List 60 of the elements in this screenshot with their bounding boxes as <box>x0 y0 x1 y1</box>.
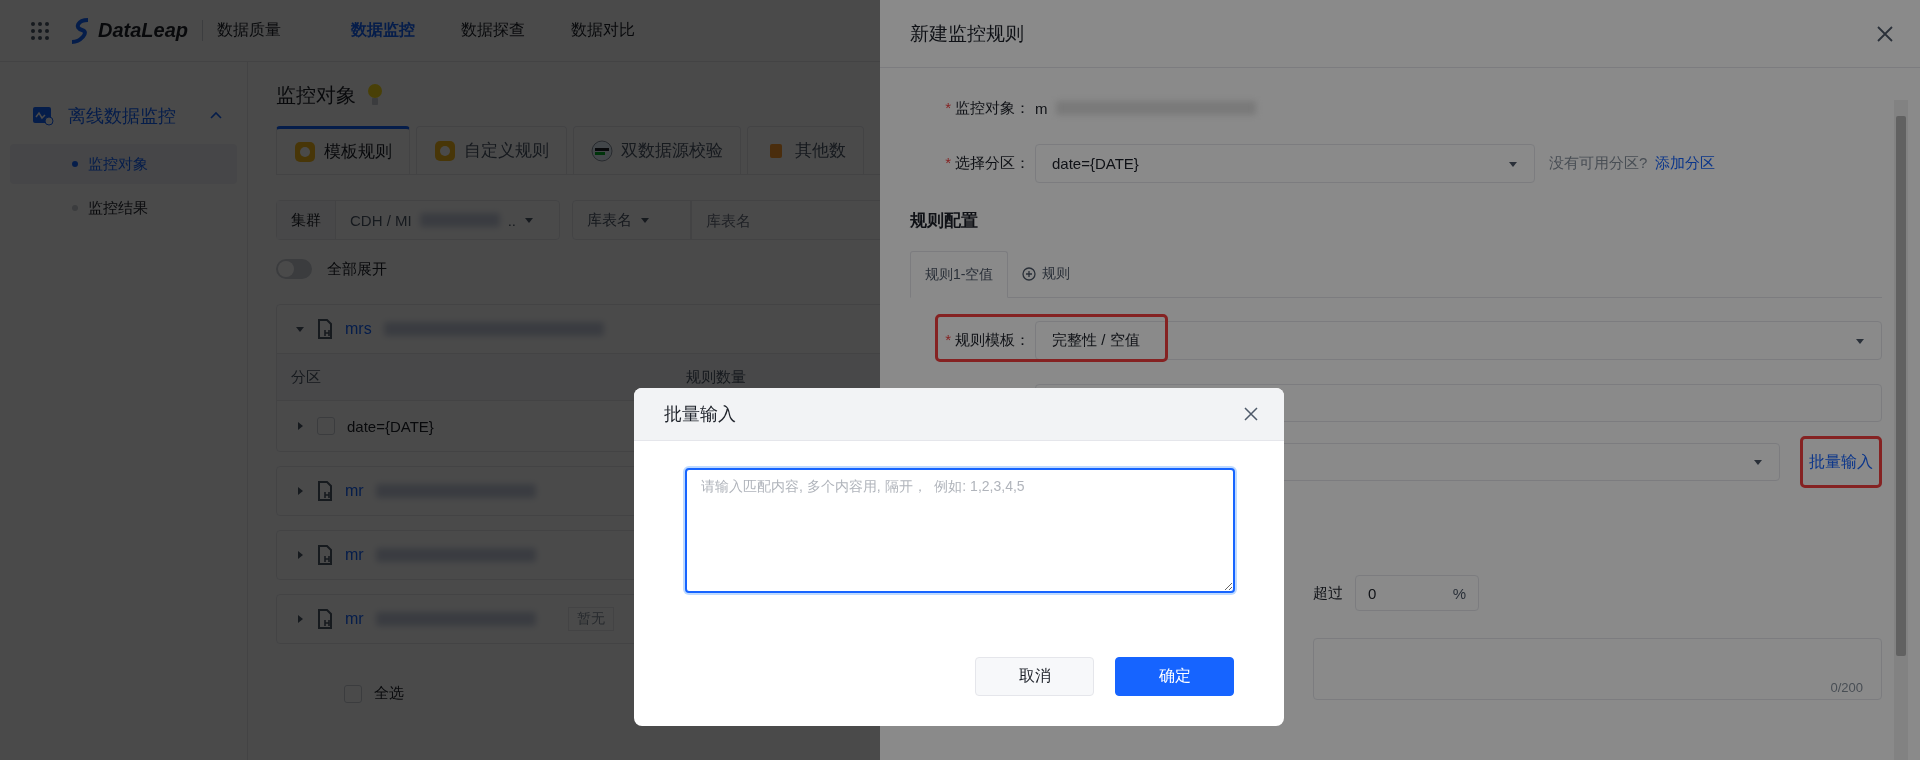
disc-icon <box>591 139 613 162</box>
caret-right-icon <box>295 421 305 431</box>
batch-input-field[interactable]: 请输入匹配内容, 多个内容用, 隔开， 例如: 1,2,3,4,5 <box>685 468 1235 593</box>
select-all-label: 全选 <box>374 684 404 703</box>
sidebar-item[interactable]: 监控结果 <box>10 188 237 228</box>
caret-down-icon <box>524 215 534 225</box>
scrollbar[interactable] <box>1894 100 1908 760</box>
file-icon <box>317 481 333 501</box>
caret-down-icon <box>295 324 305 334</box>
file-icon <box>317 545 333 565</box>
table-name-link[interactable]: mr <box>345 610 364 628</box>
monitor-chart-icon <box>32 106 54 126</box>
caret-down-icon <box>640 215 650 225</box>
dialog-title: 批量输入 <box>664 403 736 426</box>
caret-right-icon <box>295 614 305 624</box>
field-label: 规则模板： <box>955 331 1030 350</box>
add-rule-button[interactable]: 规则 <box>1008 250 1071 297</box>
hint-text: 没有可用分区? <box>1549 154 1648 173</box>
required-mark: * <box>945 154 951 173</box>
field-value: m <box>1035 99 1048 117</box>
badge-icon <box>434 139 456 162</box>
close-icon[interactable] <box>1876 24 1894 43</box>
partition-select[interactable]: date={DATE} <box>1035 144 1535 183</box>
table-name-link[interactable]: mr <box>345 482 364 500</box>
rule-tab[interactable]: 规则1-空值 <box>910 251 1009 298</box>
field-label: 选择分区： <box>955 154 1030 173</box>
caret-right-icon <box>295 486 305 496</box>
partition-cell: date={DATE} <box>347 417 434 435</box>
file-icon <box>317 609 333 629</box>
plus-circle-icon <box>1022 266 1037 281</box>
toggle-label: 全部展开 <box>327 259 387 279</box>
table-name-link[interactable]: mr <box>345 546 364 564</box>
page-title: 监控对象 <box>276 82 356 108</box>
badge-icon <box>294 140 316 163</box>
lightbulb-icon <box>366 83 384 107</box>
apps-grid-icon[interactable] <box>30 20 50 41</box>
required-mark: * <box>945 331 951 350</box>
drawer-title: 新建监控规则 <box>910 21 1024 46</box>
field-label: 监控对象： <box>955 98 1030 118</box>
sidebar-group-title[interactable]: 离线数据监控 <box>68 104 195 128</box>
required-mark: * <box>945 98 951 118</box>
cancel-button[interactable]: 取消 <box>975 657 1094 696</box>
nav-tab[interactable]: 数据监控 <box>351 20 416 41</box>
nav-tab[interactable]: 数据探查 <box>461 20 526 41</box>
nav-tab[interactable]: 数据对比 <box>571 20 636 41</box>
percent-input[interactable]: 0 % <box>1355 575 1479 611</box>
note-textarea[interactable]: 0/200 <box>1313 638 1882 700</box>
section-title: 规则配置 <box>910 210 979 232</box>
product-name: 数据质量 <box>202 20 282 41</box>
rule-type-tab[interactable]: 模板规则 <box>276 126 410 174</box>
batch-input-link[interactable]: 批量输入 <box>1800 436 1882 488</box>
template-select[interactable]: 完整性 / 空值 <box>1035 321 1882 360</box>
field-label: 超过 <box>1313 583 1343 603</box>
caret-right-icon <box>295 550 305 560</box>
confirm-button[interactable]: 确定 <box>1115 657 1234 696</box>
add-partition-link[interactable]: 添加分区 <box>1655 154 1716 173</box>
brand-name: DataLeap <box>98 19 189 42</box>
file-icon <box>317 319 333 339</box>
close-icon[interactable] <box>1244 407 1258 421</box>
table-name-link[interactable]: mrs <box>345 320 372 338</box>
